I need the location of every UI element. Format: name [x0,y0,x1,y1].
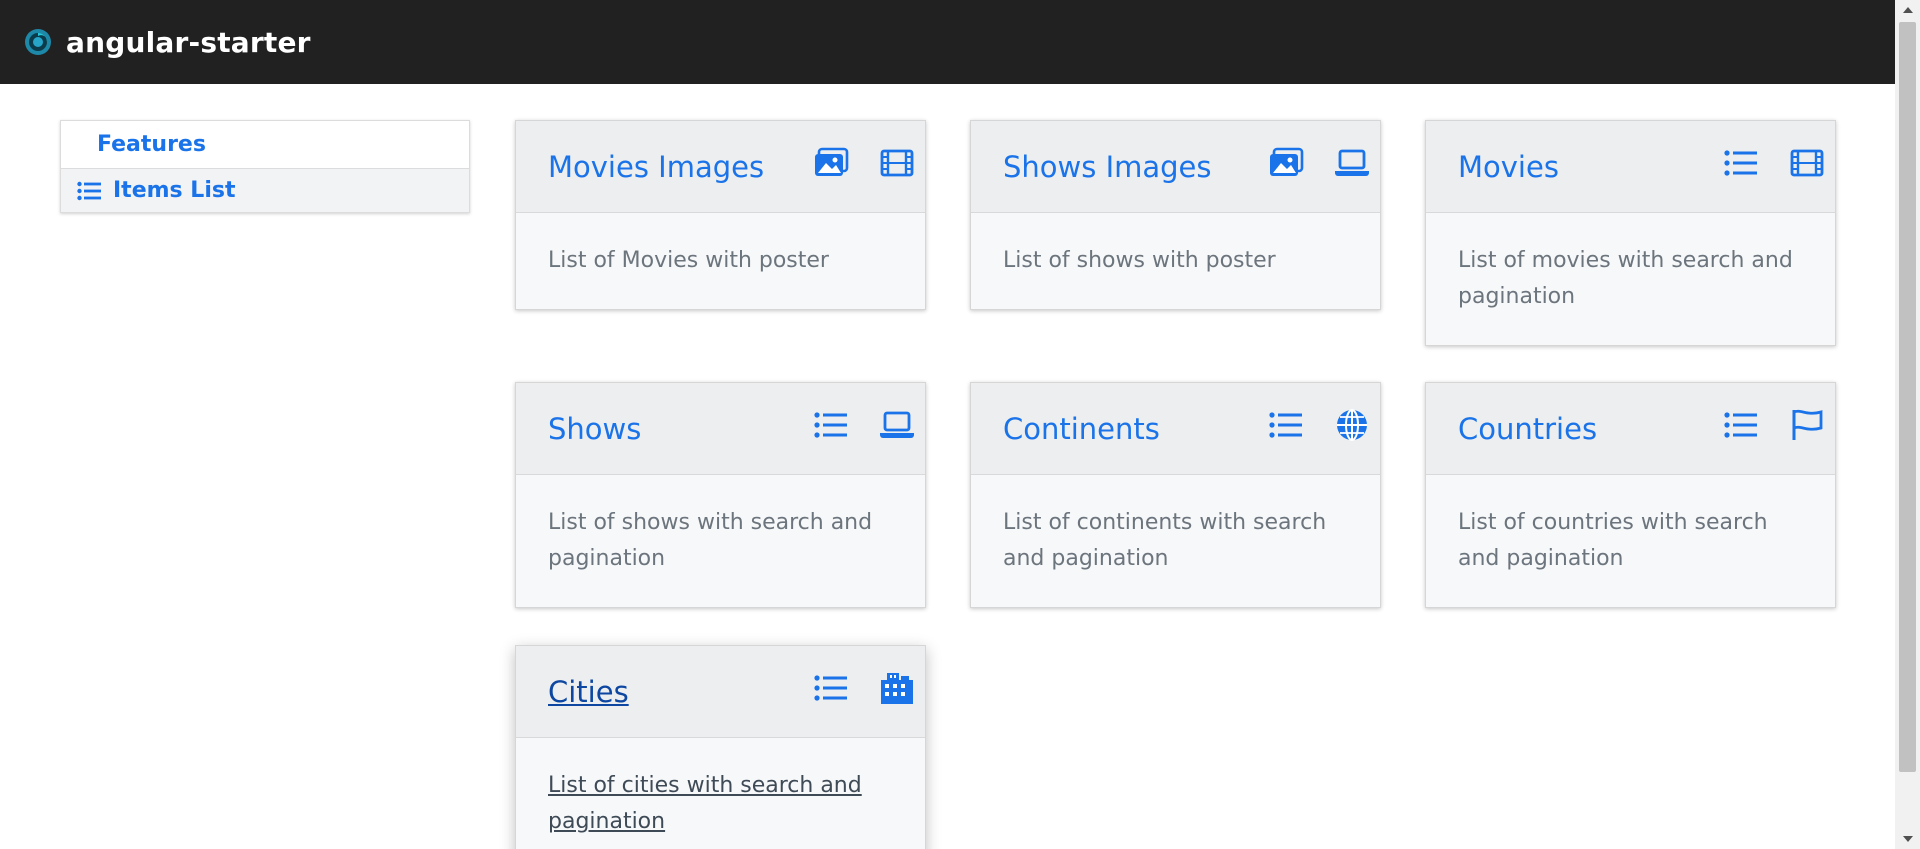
brand-logo-icon[interactable] [24,28,52,56]
card-countries[interactable]: Countries List of countries with search … [1425,382,1836,608]
card-movies-images[interactable]: Movies Images List of Movies with poster [515,120,926,310]
card-header: Shows Images [971,121,1380,213]
card-description[interactable]: List of countries with search and pagina… [1426,475,1835,577]
image-icon [813,145,849,181]
laptop-icon [1334,145,1370,181]
list-icon [813,407,849,443]
card-title[interactable]: Cities [548,675,629,709]
page-scrollbar[interactable] [1895,0,1920,849]
app-title[interactable]: angular-starter [66,26,311,59]
card-description[interactable]: List of cities with search and paginatio… [516,738,925,840]
card-continents[interactable]: Continents List of continents with searc… [970,382,1381,608]
image-icon [1268,145,1304,181]
scroll-up-arrow-icon[interactable] [1903,7,1913,13]
card-description[interactable]: List of movies with search and paginatio… [1426,213,1835,315]
film-icon [879,145,915,181]
list-icon [1723,407,1759,443]
card-description[interactable]: List of shows with search and pagination [516,475,925,577]
globe-icon [1334,407,1370,443]
scroll-thumb[interactable] [1899,22,1916,772]
film-icon [1789,145,1825,181]
card-shows[interactable]: Shows List of shows with search and pagi… [515,382,926,608]
list-icon [1268,407,1304,443]
card-title[interactable]: Countries [1458,412,1597,446]
card-title[interactable]: Movies [1458,150,1559,184]
sidebar-item-items-list[interactable]: Items List [61,169,469,212]
card-description[interactable]: List of continents with search and pagin… [971,475,1380,577]
card-title[interactable]: Continents [1003,412,1160,446]
scroll-down-arrow-icon[interactable] [1903,836,1913,842]
card-header: Shows [516,383,925,475]
list-icon [1723,145,1759,181]
laptop-icon [879,407,915,443]
list-icon [813,670,849,706]
card-description[interactable]: List of Movies with poster [516,213,925,279]
building-icon [879,670,915,706]
features-sidebar: Features Items List [60,120,470,213]
card-description[interactable]: List of shows with poster [971,213,1380,279]
flag-icon [1789,407,1825,443]
card-cities[interactable]: Cities List of cities with search and pa… [515,645,926,849]
list-icon [77,181,101,200]
top-navbar: angular-starter [0,0,1895,84]
card-header: Movies [1426,121,1835,213]
sidebar-item-label: Items List [113,178,236,203]
card-title[interactable]: Shows Images [1003,150,1212,184]
card-shows-images[interactable]: Shows Images List of shows with poster [970,120,1381,310]
sidebar-header-features[interactable]: Features [61,121,469,169]
card-movies[interactable]: Movies List of movies with search and pa… [1425,120,1836,346]
card-header: Countries [1426,383,1835,475]
card-title[interactable]: Movies Images [548,150,764,184]
card-header: Movies Images [516,121,925,213]
card-header: Continents [971,383,1380,475]
card-title[interactable]: Shows [548,412,641,446]
card-header: Cities [516,646,925,738]
